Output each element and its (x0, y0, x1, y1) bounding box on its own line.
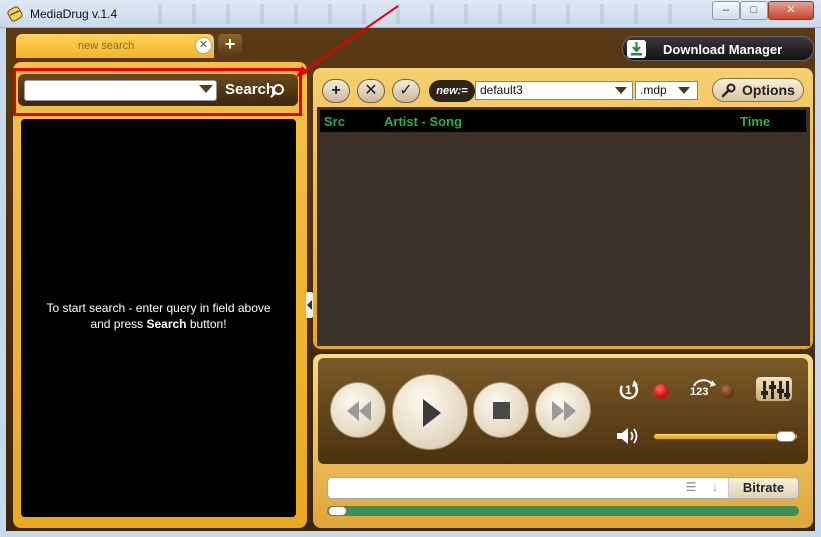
download-manager-label: Download Manager (663, 42, 783, 57)
options-label: Options (742, 82, 795, 98)
new-playlist-button[interactable]: new:= (429, 80, 475, 102)
annotation-highlight-box (13, 68, 302, 116)
seek-bar[interactable] (327, 506, 799, 516)
remove-track-button[interactable]: ✕ (357, 79, 385, 103)
playlist-dropdown-icon[interactable] (615, 87, 627, 94)
tab-close-icon[interactable]: ✕ (195, 37, 212, 54)
fast-forward-icon (552, 401, 576, 421)
rewind-button[interactable] (330, 382, 386, 438)
add-track-button[interactable]: + (322, 79, 350, 103)
search-hint-line2: and press Search button! (90, 317, 227, 331)
add-tab-button[interactable]: + (218, 34, 242, 56)
equalizer-button[interactable] (755, 376, 793, 402)
column-artist-song[interactable]: Artist - Song (384, 114, 462, 129)
repeat-one-label: 1 (625, 383, 632, 397)
search-hint-line1: To start search - enter query in field a… (46, 301, 271, 315)
bitrate-button[interactable]: Bitrate (728, 478, 798, 498)
volume-icon[interactable] (615, 426, 639, 446)
play-icon (423, 399, 441, 427)
play-button[interactable] (392, 374, 468, 450)
fast-forward-button[interactable] (535, 382, 591, 438)
tab-label: new search (78, 40, 135, 52)
shuffle-led-icon (720, 384, 734, 398)
collapse-arrow-icon[interactable] (307, 300, 312, 310)
tab-new-search[interactable]: new search (16, 34, 214, 58)
app-logo-icon (7, 6, 23, 22)
title-bar-background-ghost (140, 4, 700, 24)
wrench-icon (721, 83, 736, 98)
extension-dropdown-icon[interactable] (678, 87, 690, 94)
search-hint: To start search - enter query in field a… (22, 300, 295, 332)
minimize-button[interactable]: – (712, 1, 740, 20)
window-title: MediaDrug v.1.4 (30, 7, 118, 21)
extension-select-value: .mdp (640, 83, 667, 97)
volume-slider-handle[interactable] (776, 431, 796, 442)
stop-button[interactable] (473, 382, 529, 438)
playlist-select[interactable]: default3 (475, 81, 633, 100)
seek-bar-handle[interactable] (328, 506, 347, 516)
options-button[interactable]: Options (712, 78, 804, 102)
repeat-led-icon (654, 384, 668, 398)
download-icon (627, 40, 646, 58)
download-manager-button[interactable]: Download Manager (622, 36, 814, 61)
column-src[interactable]: Src (324, 114, 345, 129)
track-list-icon[interactable]: ☰ (681, 480, 701, 496)
download-arrow-icon[interactable]: ↓ (705, 480, 725, 496)
playlist-table (317, 107, 810, 346)
stop-icon (493, 402, 510, 419)
maximize-button[interactable]: □ (740, 1, 768, 20)
equalizer-icon (761, 381, 790, 399)
title-bar: MediaDrug v.1.4 – □ ✕ (0, 0, 821, 28)
rewind-icon (347, 401, 371, 421)
playlist-select-value: default3 (480, 83, 523, 97)
check-tracks-button[interactable]: ✓ (392, 79, 420, 103)
shuffle-button[interactable]: 123 (690, 378, 718, 402)
shuffle-label: 123 (690, 386, 709, 398)
close-button[interactable]: ✕ (768, 1, 814, 20)
column-time[interactable]: Time (740, 114, 770, 129)
repeat-one-button[interactable]: 1 (616, 380, 644, 402)
